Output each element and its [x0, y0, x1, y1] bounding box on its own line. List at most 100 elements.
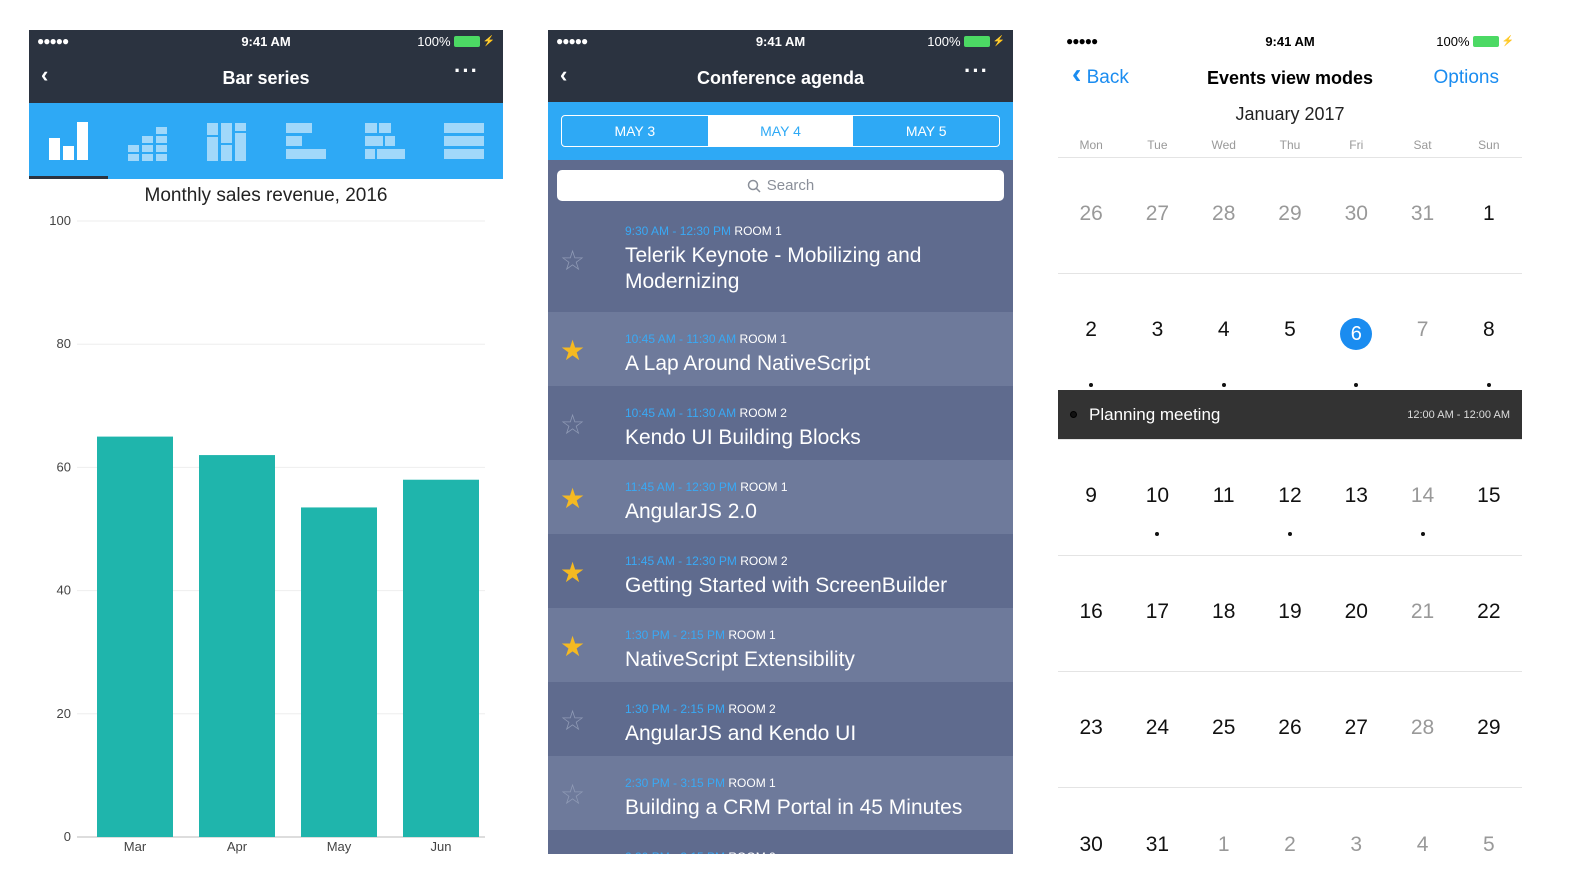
star-filled-icon[interactable]: ★: [560, 334, 585, 367]
calendar-day[interactable]: 17: [1124, 556, 1190, 671]
day-number: 12: [1278, 484, 1302, 507]
calendar-day[interactable]: 16: [1058, 556, 1124, 671]
agenda-item[interactable]: ☆ 2:30 PM - 3:15 PM ROOM 1 Building a CRM …: [548, 756, 1013, 830]
calendar-day[interactable]: 1: [1191, 788, 1257, 854]
tab-may-5[interactable]: MAY 5: [853, 116, 999, 146]
calendar-day[interactable]: 8: [1456, 274, 1522, 389]
calendar-day[interactable]: 28: [1389, 672, 1455, 787]
star-filled-icon[interactable]: ★: [560, 482, 585, 515]
calendar-day[interactable]: 30: [1058, 788, 1124, 854]
stacked-bar-chart-type-button[interactable]: [108, 103, 187, 179]
day-number: 1: [1482, 202, 1495, 225]
calendar-day[interactable]: 30: [1323, 158, 1389, 273]
calendar-day[interactable]: 6: [1323, 274, 1389, 389]
stacked-bar-chart-icon: [127, 127, 167, 161]
stacked-horizontal-bar-chart-type-button[interactable]: [345, 103, 424, 179]
bar-chart-type-button[interactable]: [29, 103, 108, 179]
session-room: ROOM 1: [734, 224, 782, 238]
calendar-day[interactable]: 27: [1124, 158, 1190, 273]
session-meta: 1:30 PM - 2:15 PM ROOM 1: [625, 628, 776, 642]
day-number: 4: [1416, 833, 1429, 854]
agenda-item[interactable]: ☆ 2:30 PM - 3:15 PM ROOM 2: [548, 830, 1013, 854]
bar-apr[interactable]: [199, 455, 275, 837]
tab-may-4[interactable]: MAY 4: [707, 116, 854, 146]
session-room: ROOM 1: [728, 628, 776, 642]
back-arrow-icon[interactable]: ‹: [560, 62, 567, 88]
stacked-100-bar-chart-type-button[interactable]: [187, 103, 266, 179]
agenda-item[interactable]: ☆ 1:30 PM - 2:15 PM ROOM 2 AngularJS and K…: [548, 682, 1013, 756]
session-title: AngularJS and Kendo UI: [625, 722, 857, 745]
calendar-day[interactable]: 23: [1058, 672, 1124, 787]
calendar-day[interactable]: 5: [1257, 274, 1323, 389]
event-row[interactable]: Planning meeting 12:00 AM - 12:00 AM: [1058, 390, 1522, 439]
star-outline-icon[interactable]: ☆: [560, 852, 585, 854]
calendar-day[interactable]: 10: [1124, 440, 1190, 555]
day-number: 9: [1085, 484, 1097, 507]
calendar-day[interactable]: 31: [1124, 788, 1190, 854]
calendar-day[interactable]: 20: [1323, 556, 1389, 671]
options-button[interactable]: Options: [1434, 67, 1499, 89]
horizontal-bar-chart-type-button[interactable]: [266, 103, 345, 179]
calendar-day[interactable]: 24: [1124, 672, 1190, 787]
calendar-day[interactable]: 18: [1191, 556, 1257, 671]
calendar-day[interactable]: 31: [1389, 158, 1455, 273]
calendar-day[interactable]: 2: [1058, 274, 1124, 389]
battery-icon: [1472, 36, 1499, 47]
calendar-day[interactable]: 12: [1257, 440, 1323, 555]
session-room: ROOM 2: [739, 406, 787, 420]
search-placeholder: Search: [766, 177, 815, 194]
agenda-item[interactable]: ★ 11:45 AM - 12:30 PM ROOM 2 Getting Start…: [548, 534, 1013, 608]
back-button[interactable]: ‹ Back: [1072, 60, 1129, 89]
calendar-day[interactable]: 4: [1389, 788, 1455, 854]
session-time: 9:30 AM - 12:30 PM: [625, 224, 732, 238]
calendar-day[interactable]: 19: [1257, 556, 1323, 671]
calendar-day[interactable]: 1: [1456, 158, 1522, 273]
bar-jun[interactable]: [403, 479, 479, 837]
calendar-day[interactable]: 3: [1323, 788, 1389, 854]
search-input[interactable]: Search: [557, 170, 1004, 201]
agenda-item[interactable]: ☆ 9:30 AM - 12:30 PM ROOM 1 Telerik Keynot…: [548, 204, 1013, 312]
tab-may-3[interactable]: MAY 3: [562, 116, 708, 146]
calendar-day[interactable]: 13: [1323, 440, 1389, 555]
calendar-day[interactable]: 26: [1058, 158, 1124, 273]
calendar-day[interactable]: 22: [1456, 556, 1522, 671]
calendar-day[interactable]: 26: [1257, 672, 1323, 787]
star-outline-icon[interactable]: ☆: [560, 778, 585, 811]
search-icon: [747, 179, 761, 193]
day-number: 19: [1278, 600, 1302, 623]
bar-mar[interactable]: [97, 436, 173, 837]
agenda-item[interactable]: ★ 11:45 AM - 12:30 PM ROOM 1 AngularJS 2.0: [548, 460, 1013, 534]
calendar-day[interactable]: 7: [1389, 274, 1455, 389]
x-tick-label: May: [327, 839, 352, 854]
stacked-100-horizontal-bar-chart-type-button[interactable]: [424, 103, 503, 179]
star-outline-icon[interactable]: ☆: [560, 704, 585, 737]
star-outline-icon[interactable]: ☆: [560, 244, 585, 277]
calendar-day[interactable]: 9: [1058, 440, 1124, 555]
calendar-day[interactable]: 29: [1456, 672, 1522, 787]
calendar-day[interactable]: 25: [1191, 672, 1257, 787]
agenda-item[interactable]: ☆ 10:45 AM - 11:30 AM ROOM 2 Kendo UI Buil…: [548, 386, 1013, 460]
agenda-item[interactable]: ★ 1:30 PM - 2:15 PM ROOM 1 NativeScript Ex…: [548, 608, 1013, 682]
weekday-header: Mon Tue Wed Thu Fri Sat Sun: [1058, 138, 1522, 152]
calendar-day[interactable]: 21: [1389, 556, 1455, 671]
calendar-day[interactable]: 2: [1257, 788, 1323, 854]
star-filled-icon[interactable]: ★: [560, 630, 585, 663]
calendar-day[interactable]: 3: [1124, 274, 1190, 389]
calendar-day[interactable]: 4: [1191, 274, 1257, 389]
calendar-day[interactable]: 27: [1323, 672, 1389, 787]
star-filled-icon[interactable]: ★: [560, 556, 585, 589]
bar-may[interactable]: [301, 507, 377, 837]
calendar-day[interactable]: 11: [1191, 440, 1257, 555]
back-arrow-icon[interactable]: ‹: [41, 62, 48, 88]
event-dot-icon: [1089, 383, 1094, 387]
calendar-day[interactable]: 15: [1456, 440, 1522, 555]
calendar-day[interactable]: 5: [1456, 788, 1522, 854]
more-options-icon[interactable]: ···: [964, 58, 989, 84]
calendar-day[interactable]: 14: [1389, 440, 1455, 555]
calendar-day[interactable]: 29: [1257, 158, 1323, 273]
day-number: 5: [1482, 833, 1495, 854]
agenda-item[interactable]: ★ 10:45 AM - 11:30 AM ROOM 1 A Lap Around …: [548, 312, 1013, 386]
calendar-day[interactable]: 28: [1191, 158, 1257, 273]
more-options-icon[interactable]: ···: [454, 58, 479, 84]
star-outline-icon[interactable]: ☆: [560, 408, 585, 441]
